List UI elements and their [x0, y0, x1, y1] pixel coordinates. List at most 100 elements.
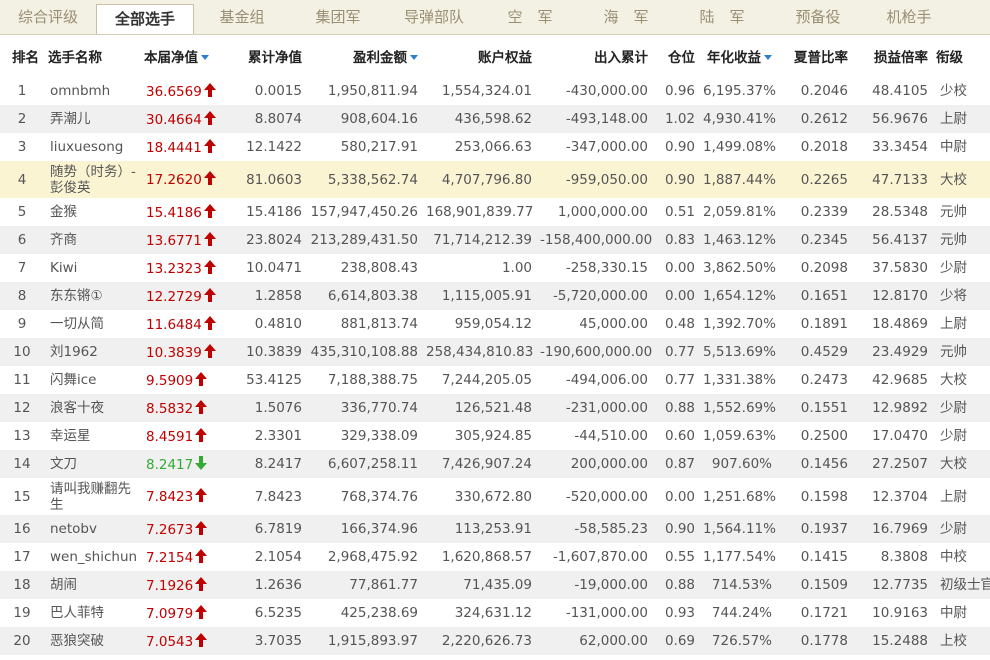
cell-name[interactable]: liuxuesong — [44, 133, 140, 161]
tab-2[interactable]: 基金组 — [194, 0, 290, 34]
cell-name[interactable]: wen_shichun — [44, 543, 140, 571]
header-title[interactable]: 衔级 — [932, 35, 990, 77]
cell-name[interactable]: 随势（时务）-彭俊英 — [44, 161, 140, 198]
cell-position: 0.77 — [652, 338, 699, 366]
cell-name-text[interactable]: 幸运星 — [50, 428, 91, 444]
tab-5[interactable]: 空 军 — [482, 0, 578, 34]
cell-annual: 2,059.81% — [699, 198, 776, 226]
header-name[interactable]: 选手名称 — [44, 35, 140, 77]
cell-name[interactable]: 恶狼突破 — [44, 627, 140, 655]
header-equity[interactable]: 账户权益 — [422, 35, 536, 77]
header-pl-ratio[interactable]: 损益倍率 — [852, 35, 932, 77]
cell-name-text[interactable]: Kiwi — [50, 260, 77, 276]
header-cum-nav[interactable]: 累计净值 — [224, 35, 306, 77]
cell-name[interactable]: 齐商 — [44, 226, 140, 254]
cell-cum-nav: 8.2417 — [224, 450, 306, 478]
cell-name[interactable]: 浪客十夜 — [44, 394, 140, 422]
header-position[interactable]: 仓位 — [652, 35, 699, 77]
cell-cum-nav: 6.5235 — [224, 599, 306, 627]
cell-equity-text: 7,426,907.24 — [441, 456, 532, 472]
header-profit[interactable]: 盈利金额 — [306, 35, 422, 77]
cell-name[interactable]: 闪舞ice — [44, 366, 140, 394]
cell-cum-nav: 10.0471 — [224, 254, 306, 282]
tab-0[interactable]: 综合评级 — [0, 0, 96, 34]
cell-cum-nav: 0.4810 — [224, 310, 306, 338]
tab-1[interactable]: 全部选手 — [96, 4, 194, 34]
cell-equity: 1,620,868.57 — [422, 543, 536, 571]
cell-name[interactable]: 请叫我赚翻先生 — [44, 478, 140, 515]
cell-nav-text: 7.8423 — [146, 489, 194, 505]
cell-name-text[interactable]: 请叫我赚翻先生 — [50, 481, 131, 513]
cell-name-text[interactable]: 巴人菲特 — [50, 605, 104, 621]
cell-flow: -959,050.00 — [536, 161, 652, 198]
tab-6[interactable]: 海 军 — [578, 0, 674, 34]
cell-name[interactable]: 幸运星 — [44, 422, 140, 450]
header-annual[interactable]: 年化收益 — [699, 35, 776, 77]
cell-name-text[interactable]: 恶狼突破 — [50, 633, 104, 649]
cell-sharpe-text: 0.1778 — [800, 633, 848, 649]
cell-name-text[interactable]: 胡闹 — [50, 577, 77, 593]
cell-sharpe-text: 0.1456 — [800, 456, 848, 472]
tab-9[interactable]: 机枪手 — [866, 0, 952, 34]
cell-profit: 580,217.91 — [306, 133, 422, 161]
cell-flow: -1,607,870.00 — [536, 543, 652, 571]
cell-name-text[interactable]: 弄潮儿 — [50, 111, 91, 127]
cell-name-text[interactable]: 东东锵① — [50, 288, 103, 304]
header-sharpe[interactable]: 夏普比率 — [776, 35, 852, 77]
cell-profit: 336,770.74 — [306, 394, 422, 422]
cell-name-text[interactable]: 金猴 — [50, 204, 77, 220]
cell-name[interactable]: 金猴 — [44, 198, 140, 226]
cell-cum-nav: 0.0015 — [224, 77, 306, 105]
cell-name-text[interactable]: 闪舞ice — [50, 372, 96, 388]
cell-name-text[interactable]: 浪客十夜 — [50, 400, 104, 416]
cell-rank-text: 16 — [13, 521, 31, 537]
header-flow[interactable]: 出入累计 — [536, 35, 652, 77]
cell-cum-nav-text: 12.1422 — [246, 139, 302, 155]
cell-name[interactable]: 东东锵① — [44, 282, 140, 310]
cell-flow: -131,000.00 — [536, 599, 652, 627]
cell-name-text[interactable]: 刘1962 — [50, 344, 98, 360]
cell-name-text[interactable]: 文刀 — [50, 456, 77, 472]
cell-name[interactable]: 胡闹 — [44, 571, 140, 599]
cell-rank-text: 13 — [13, 428, 31, 444]
cell-rank: 10 — [0, 338, 44, 366]
cell-nav: 13.2323 — [140, 254, 224, 282]
cell-name[interactable]: 弄潮儿 — [44, 105, 140, 133]
tab-4[interactable]: 导弹部队 — [386, 0, 482, 34]
cell-pl-ratio-text: 12.9892 — [872, 400, 928, 416]
header-nav[interactable]: 本届净值 — [140, 35, 224, 77]
cell-name-text[interactable]: liuxuesong — [50, 139, 123, 155]
cell-flow-text: -190,600,000.00 — [540, 344, 652, 360]
cell-name[interactable]: 一切从简 — [44, 310, 140, 338]
header-rank[interactable]: 排名 — [0, 35, 44, 77]
cell-name-text[interactable]: 随势（时务）-彭俊英 — [50, 164, 136, 196]
cell-pl-ratio: 27.2507 — [852, 450, 932, 478]
cell-name[interactable]: netobv — [44, 515, 140, 543]
cell-name[interactable]: 刘1962 — [44, 338, 140, 366]
arrow-up-icon — [193, 632, 208, 650]
cell-nav-text: 13.2323 — [146, 260, 202, 277]
cell-name-text[interactable]: netobv — [50, 521, 97, 537]
tab-8[interactable]: 预备役 — [770, 0, 866, 34]
cell-name-text[interactable]: wen_shichun — [50, 549, 137, 565]
cell-name[interactable]: 巴人菲特 — [44, 599, 140, 627]
cell-name[interactable]: omnbmh — [44, 77, 140, 105]
arrow-up-icon — [202, 343, 216, 361]
cell-name[interactable]: Kiwi — [44, 254, 140, 282]
cell-title-text: 上尉 — [940, 316, 967, 332]
cell-equity: 253,066.63 — [422, 133, 536, 161]
cell-nav-text: 8.2417 — [146, 456, 194, 473]
cell-title-text: 少尉 — [940, 400, 967, 416]
cell-annual: 1,331.38% — [699, 366, 776, 394]
tab-3[interactable]: 集团军 — [290, 0, 386, 34]
cell-rank: 20 — [0, 627, 44, 655]
cell-cum-nav: 15.4186 — [224, 198, 306, 226]
cell-position-text: 0.88 — [664, 400, 695, 416]
cell-name-text[interactable]: 一切从简 — [50, 316, 104, 332]
tab-10[interactable]: 近 — [952, 0, 990, 34]
cell-name-text[interactable]: 齐商 — [50, 232, 77, 248]
cell-name[interactable]: 文刀 — [44, 450, 140, 478]
tab-7[interactable]: 陆 军 — [674, 0, 770, 34]
cell-name-text[interactable]: omnbmh — [50, 83, 110, 99]
cell-position: 0.00 — [652, 478, 699, 515]
